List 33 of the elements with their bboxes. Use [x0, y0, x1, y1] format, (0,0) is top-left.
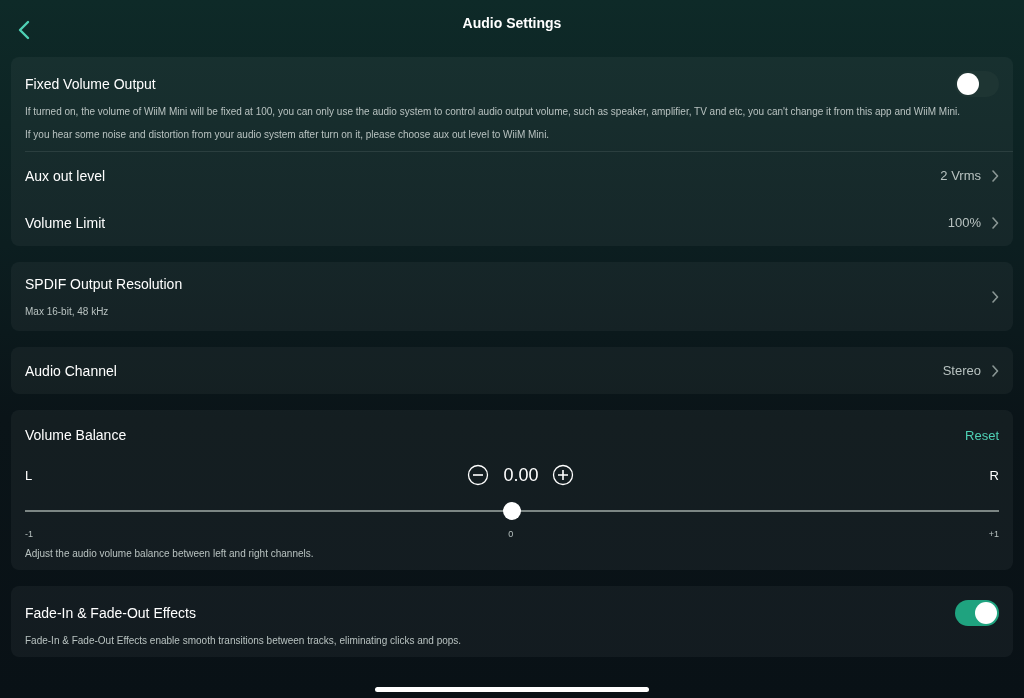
plus-icon[interactable] [552, 464, 575, 486]
reset-link[interactable]: Reset [965, 427, 999, 443]
balance-value: 0.00 [503, 464, 539, 486]
toggle-switch[interactable] [955, 600, 999, 626]
setting-label: Fixed Volume Output [25, 76, 156, 92]
description-text: Adjust the audio volume balance between left and right channels. [25, 547, 315, 560]
chevron-icon[interactable] [991, 364, 999, 377]
setting-label: Audio Channel [25, 362, 117, 379]
setting-label: SPDIF Output Resolution [25, 276, 183, 292]
setting-label: Volume Limit [25, 214, 106, 231]
setting-value: 100% [947, 215, 981, 230]
setting-subtitle: Max 16-bit, 48 kHz [25, 306, 110, 317]
setting-label: Aux out level [25, 167, 106, 184]
description-text: If you hear some noise and distortion from your audio system after turn on it, please choose aux out level to WiiM Mini. [25, 128, 551, 141]
setting-label: Fade-In & Fade-Out Effects [25, 605, 196, 621]
tick-label: 0 [508, 529, 514, 539]
tick-label: +1 [988, 529, 999, 539]
setting-value: 2 Vrms [940, 168, 981, 183]
tick-label: -1 [25, 529, 33, 539]
chevron-icon[interactable] [991, 216, 999, 229]
slider-thumb[interactable] [503, 502, 521, 520]
chevron-icon[interactable] [991, 169, 999, 182]
chevron-icon[interactable] [991, 290, 999, 303]
left-label: L [25, 467, 33, 483]
description-text: Fade-In & Fade-Out Effects enable smooth transitions between tracks, eliminating clicks and pops. [25, 634, 463, 647]
minus-icon[interactable] [467, 464, 490, 486]
setting-label: Volume Balance [25, 427, 127, 443]
right-label: R [989, 467, 999, 483]
page-title: Audio Settings [462, 14, 562, 31]
description-text: If turned on, the volume of WiiM Mini will be fixed at 100, you can only use the audio system to control audio output volume, such as speaker, amplifier, TV and etc, you can't change it from this app and WiiM Mini. [25, 105, 961, 118]
back-icon[interactable] [18, 20, 30, 40]
setting-value: Stereo [942, 363, 981, 378]
toggle-switch[interactable] [955, 71, 999, 97]
